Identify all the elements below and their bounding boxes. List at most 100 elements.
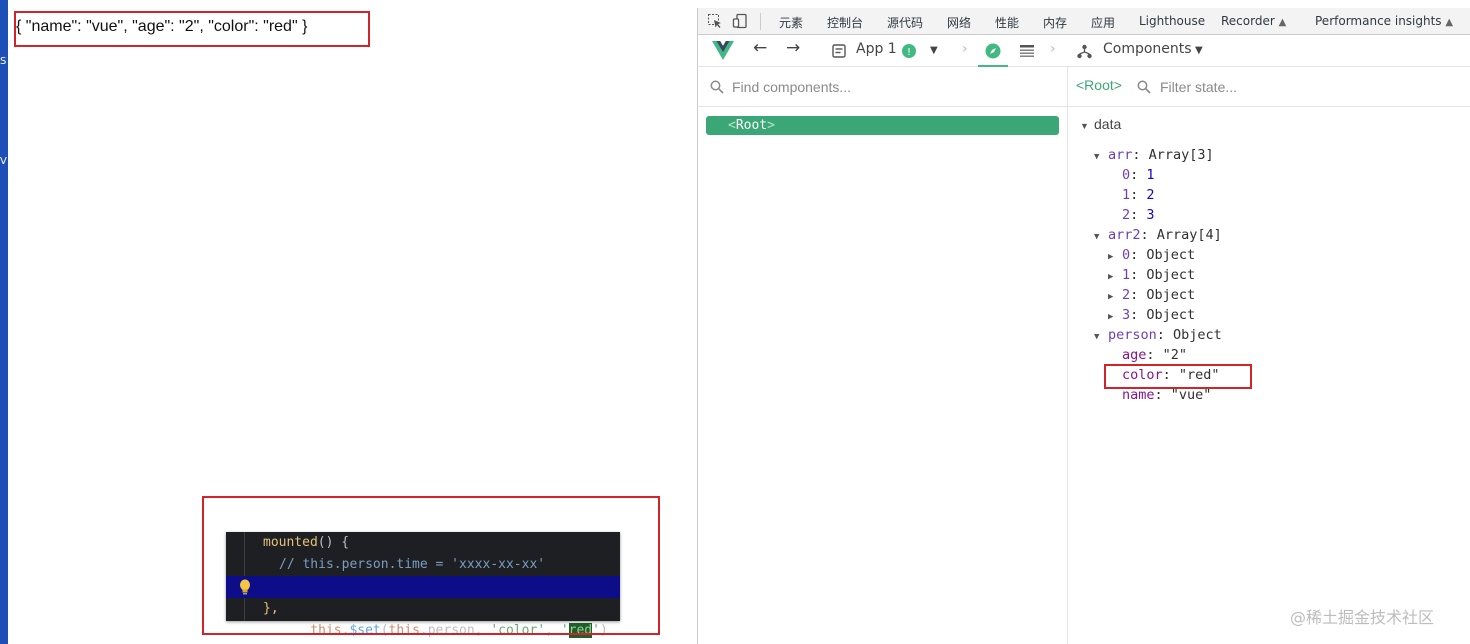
app-selector-label[interactable]: App 1: [856, 41, 897, 57]
state-row-arr[interactable]: ▼ arr: Array[3]: [1094, 145, 1214, 165]
selected-component-label: <Root>: [1076, 77, 1122, 93]
state-filter-input[interactable]: [1160, 77, 1460, 97]
search-icon: [1137, 80, 1151, 94]
state-key: 1: [1122, 187, 1131, 203]
state-value: 3: [1146, 207, 1155, 223]
device-toolbar-icon[interactable]: [732, 13, 748, 29]
state-section-data[interactable]: ▼ data: [1080, 114, 1121, 134]
state-key: 1: [1122, 267, 1131, 283]
compass-icon: [985, 43, 1001, 59]
state-key: 0: [1122, 247, 1131, 263]
tab-performance[interactable]: 性能: [995, 14, 1019, 31]
component-tree-root[interactable]: <Root>: [706, 116, 1059, 135]
state-key: name: [1122, 387, 1155, 403]
search-icon: [710, 80, 724, 94]
forward-arrow-icon[interactable]: →: [786, 38, 800, 58]
caret-down-icon: ▼: [1094, 332, 1100, 342]
state-inspector-panel: <Root> ▼ data ▼ arr: Array[3] 0: 1 1: 2 2:…: [1068, 67, 1470, 644]
tab-lighthouse[interactable]: Lighthouse: [1139, 14, 1205, 28]
watermark: @稀土掘金技术社区: [1290, 608, 1435, 627]
chevron-down-icon[interactable]: ▼: [930, 45, 938, 56]
state-type: Array[3]: [1148, 147, 1214, 163]
state-row-arr2-item[interactable]: ▶ 3: Object: [1108, 305, 1195, 325]
component-tree-icon: [1077, 44, 1092, 59]
state-row-arr2[interactable]: ▼ arr2: Array[4]: [1094, 225, 1222, 245]
flask-icon: ▲: [1278, 17, 1287, 28]
annotation-box-color: [1104, 364, 1252, 389]
state-key: person: [1108, 327, 1157, 343]
key-colon: :: [1130, 307, 1147, 323]
chevron-down-icon[interactable]: ▼: [1195, 45, 1203, 56]
state-value: 2: [1146, 187, 1155, 203]
key-colon: :: [1154, 387, 1171, 403]
tab-console[interactable]: 控制台: [827, 14, 863, 31]
state-row-arr2-item[interactable]: ▶ 0: Object: [1108, 245, 1195, 265]
state-row-arr-item: 1: 2: [1122, 185, 1155, 205]
state-key: 3: [1122, 307, 1131, 323]
caret-right-icon: ▶: [1108, 312, 1114, 322]
tab-recorder-label: Recorder: [1221, 14, 1275, 28]
caret-down-icon: ▼: [1080, 121, 1089, 131]
key-colon: :: [1156, 327, 1174, 343]
key-colon: :: [1130, 267, 1147, 283]
state-key: arr2: [1108, 227, 1141, 243]
tab-sources[interactable]: 源代码: [887, 14, 923, 31]
state-key: 2: [1122, 287, 1131, 303]
annotation-box-json: [14, 11, 370, 47]
component-search-row: [698, 67, 1067, 107]
state-row-arr2-item[interactable]: ▶ 1: Object: [1108, 265, 1195, 285]
flask-icon: ▲: [1445, 17, 1454, 28]
state-type: Object: [1146, 267, 1196, 283]
breadcrumb-separator-icon: ›: [1050, 41, 1056, 57]
state-row-arr-item: 0: 1: [1122, 165, 1155, 185]
tab-network[interactable]: 网络: [947, 14, 971, 31]
svg-text:!: !: [907, 47, 911, 58]
component-tree-panel: <Root>: [698, 67, 1068, 644]
tab-components-inspector[interactable]: [978, 35, 1008, 67]
state-row-arr2-item[interactable]: ▶ 2: Object: [1108, 285, 1195, 305]
devtools-tab-bar: 元素 控制台 源代码 网络 性能 内存 应用 Lighthouse Record…: [698, 8, 1470, 35]
inspect-element-icon[interactable]: [707, 13, 723, 29]
state-type: Object: [1146, 247, 1196, 263]
devtools-panel: 元素 控制台 源代码 网络 性能 内存 应用 Lighthouse Record…: [697, 8, 1470, 644]
desktop-edge: S V: [0, 0, 8, 644]
tab-application[interactable]: 应用: [1091, 14, 1115, 31]
key-colon: :: [1130, 187, 1147, 203]
tab-recorder[interactable]: Recorder ▲: [1221, 14, 1286, 28]
desktop-edge-glyph: V: [0, 156, 7, 167]
tab-performance-insights[interactable]: Performance insights ▲: [1315, 14, 1453, 28]
key-colon: :: [1130, 207, 1147, 223]
tab-memory[interactable]: 内存: [1043, 14, 1067, 31]
state-value: 1: [1146, 167, 1155, 183]
tag-bracket: >: [767, 118, 775, 133]
back-arrow-icon[interactable]: ←: [753, 38, 767, 58]
key-colon: :: [1146, 347, 1163, 363]
key-colon: :: [1130, 167, 1147, 183]
state-type: Object: [1146, 287, 1196, 303]
tab-elements[interactable]: 元素: [779, 14, 803, 31]
vue-logo-icon: [712, 41, 734, 60]
state-row-person[interactable]: ▼ person: Object: [1094, 325, 1222, 345]
timeline-icon[interactable]: [1019, 44, 1035, 58]
components-menu-label[interactable]: Components: [1103, 41, 1192, 57]
state-type: Object: [1173, 327, 1222, 343]
caret-right-icon: ▶: [1108, 292, 1114, 302]
caret-right-icon: ▶: [1108, 272, 1114, 282]
vue-devtools-toolbar: ← → App 1 ! ▼ › › Components ▼: [698, 35, 1470, 67]
tag-bracket: <: [728, 118, 736, 133]
component-name: Root: [735, 118, 768, 133]
vue-badge-icon: !: [902, 44, 916, 58]
state-key: 0: [1122, 167, 1131, 183]
tab-performance-insights-label: Performance insights: [1315, 14, 1442, 28]
key-colon: :: [1140, 227, 1157, 243]
component-search-input[interactable]: [732, 77, 1052, 97]
state-value: "vue": [1170, 387, 1212, 403]
state-key: age: [1122, 347, 1147, 363]
caret-down-icon: ▼: [1094, 232, 1100, 242]
state-row-arr-item: 2: 3: [1122, 205, 1155, 225]
state-type: Object: [1146, 307, 1196, 323]
desktop-edge-glyph: S: [0, 56, 7, 67]
state-type: Array[4]: [1156, 227, 1222, 243]
state-row-person-field[interactable]: age: "2": [1122, 345, 1187, 365]
key-colon: :: [1132, 147, 1149, 163]
